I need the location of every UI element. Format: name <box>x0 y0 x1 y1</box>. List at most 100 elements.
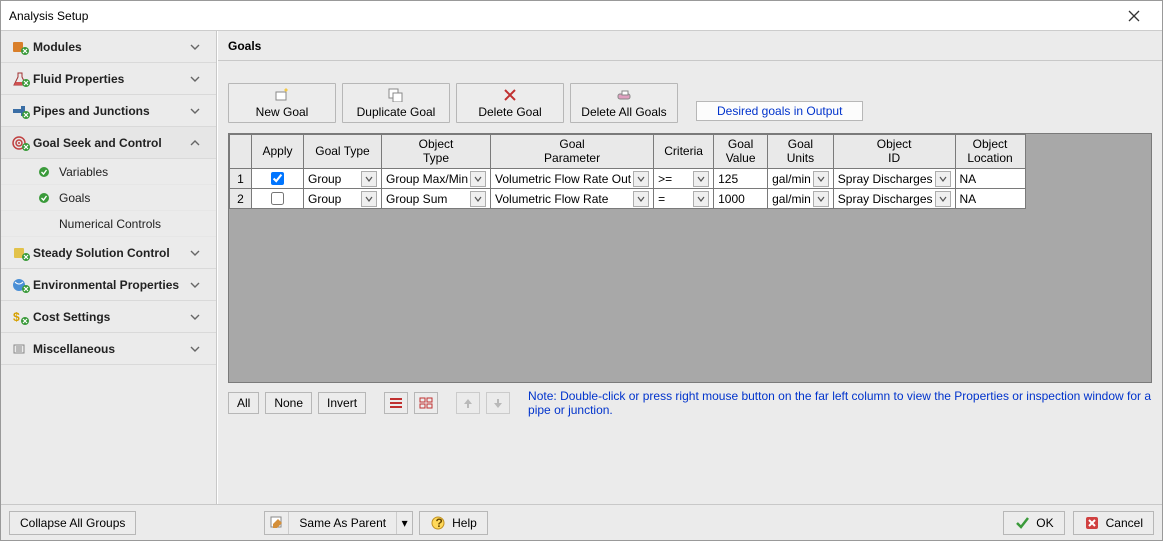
goal-value-cell[interactable]: 125 <box>714 169 768 189</box>
object-location-cell[interactable]: NA <box>955 169 1025 189</box>
flask-icon <box>9 71 33 87</box>
goals-grid[interactable]: Apply Goal Type Object Type Goal Paramet… <box>228 133 1152 383</box>
dropdown-button[interactable] <box>693 191 709 207</box>
dropdown-button[interactable] <box>470 171 486 187</box>
view-list1-button[interactable] <box>384 392 408 414</box>
duplicate-goal-button[interactable]: Duplicate Goal <box>342 83 450 123</box>
apply-cell[interactable] <box>252 189 304 209</box>
goals-toolbar: New Goal Duplicate Goal Delete Goal Dele… <box>228 83 1152 123</box>
chevron-down-icon: ▾ <box>396 512 412 534</box>
apply-cell[interactable] <box>252 169 304 189</box>
button-label: New Goal <box>256 105 309 119</box>
nav-sub-label: Numerical Controls <box>59 217 161 231</box>
cancel-icon <box>1084 515 1100 531</box>
chevron-down-icon <box>190 312 208 322</box>
col-header-goal-units[interactable]: Goal Units <box>768 135 834 169</box>
list-icon <box>389 397 403 409</box>
goal-type-cell[interactable]: Group <box>304 189 382 209</box>
svg-text:?: ? <box>436 516 443 530</box>
col-header-criteria[interactable]: Criteria <box>654 135 714 169</box>
main-panel: Goals New Goal Duplicate Goal Delete Goa… <box>217 31 1162 504</box>
nav-sub-variables[interactable]: Variables <box>1 159 216 185</box>
dropdown-button[interactable] <box>633 171 649 187</box>
goal-value-cell[interactable]: 1000 <box>714 189 768 209</box>
dropdown-button[interactable] <box>361 191 377 207</box>
object-type-cell[interactable]: Group Sum <box>382 189 491 209</box>
row-number[interactable]: 2 <box>230 189 252 209</box>
object-type-cell[interactable]: Group Max/Min <box>382 169 491 189</box>
ok-button[interactable]: OK <box>1003 511 1064 535</box>
row-number[interactable]: 1 <box>230 169 252 189</box>
col-header-apply[interactable]: Apply <box>252 135 304 169</box>
chevron-down-icon <box>190 106 208 116</box>
select-invert-button[interactable]: Invert <box>318 392 366 414</box>
col-header-object-id[interactable]: Object ID <box>833 135 955 169</box>
help-button[interactable]: ? Help <box>419 511 488 535</box>
parameter-cell[interactable]: Volumetric Flow Rate <box>491 189 654 209</box>
object-location-cell[interactable]: NA <box>955 189 1025 209</box>
nav-pipes-junctions[interactable]: Pipes and Junctions <box>1 95 216 127</box>
col-header-rownum[interactable] <box>230 135 252 169</box>
col-header-goal-type[interactable]: Goal Type <box>304 135 382 169</box>
nav-miscellaneous[interactable]: Miscellaneous <box>1 333 216 365</box>
dropdown-button[interactable] <box>813 191 829 207</box>
move-down-button[interactable] <box>486 392 510 414</box>
object-id-cell[interactable]: Spray Discharges <box>833 189 955 209</box>
page-title: Goals <box>218 31 1162 61</box>
button-label: Delete Goal <box>478 105 541 119</box>
nav-label: Cost Settings <box>33 310 190 324</box>
nav-sub-label: Goals <box>59 191 90 205</box>
new-goal-button[interactable]: New Goal <box>228 83 336 123</box>
desired-goals-output-link[interactable]: Desired goals in Output <box>696 101 863 121</box>
col-header-goal-value[interactable]: Goal Value <box>714 135 768 169</box>
eraser-icon <box>616 87 632 103</box>
select-all-button[interactable]: All <box>228 392 259 414</box>
delete-goal-button[interactable]: Delete Goal <box>456 83 564 123</box>
collapse-all-groups-button[interactable]: Collapse All Groups <box>9 511 136 535</box>
nav-environmental[interactable]: Environmental Properties <box>1 269 216 301</box>
close-button[interactable] <box>1114 2 1154 30</box>
same-as-parent-dropdown[interactable]: Same As Parent ▾ <box>264 511 413 535</box>
dropdown-button[interactable] <box>693 171 709 187</box>
arrow-up-icon <box>462 397 474 409</box>
delete-all-goals-button[interactable]: Delete All Goals <box>570 83 678 123</box>
duplicate-icon <box>388 87 404 103</box>
goal-type-cell[interactable]: Group <box>304 169 382 189</box>
nav-sub-goals[interactable]: Goals <box>1 185 216 211</box>
nav-label: Miscellaneous <box>33 342 190 356</box>
apply-checkbox[interactable] <box>271 192 284 205</box>
dropdown-button[interactable] <box>935 171 951 187</box>
nav-sub-numerical-controls[interactable]: Numerical Controls <box>1 211 216 237</box>
nav-goal-seek-control[interactable]: Goal Seek and Control <box>1 127 216 159</box>
dropdown-button[interactable] <box>361 171 377 187</box>
nav-label: Goal Seek and Control <box>33 136 190 150</box>
dropdown-button[interactable] <box>813 171 829 187</box>
col-header-object-type[interactable]: Object Type <box>382 135 491 169</box>
dropdown-button[interactable] <box>470 191 486 207</box>
nav-cost-settings[interactable]: $ Cost Settings <box>1 301 216 333</box>
parameter-cell[interactable]: Volumetric Flow Rate Out <box>491 169 654 189</box>
nav-steady-solution[interactable]: Steady Solution Control <box>1 237 216 269</box>
view-list2-button[interactable] <box>414 392 438 414</box>
dropdown-button[interactable] <box>633 191 649 207</box>
table-row[interactable]: 2 GroupGroup SumVolumetric Flow Rate=1000… <box>230 189 1026 209</box>
units-cell[interactable]: gal/min <box>768 169 834 189</box>
criteria-cell[interactable]: >= <box>654 169 714 189</box>
cancel-button[interactable]: Cancel <box>1073 511 1154 535</box>
object-id-cell[interactable]: Spray Discharges <box>833 169 955 189</box>
select-none-button[interactable]: None <box>265 392 312 414</box>
apply-checkbox[interactable] <box>271 172 284 185</box>
nav-label: Environmental Properties <box>33 278 190 292</box>
move-up-button[interactable] <box>456 392 480 414</box>
dropdown-button[interactable] <box>935 191 951 207</box>
criteria-cell[interactable]: = <box>654 189 714 209</box>
svg-text:$: $ <box>13 310 20 324</box>
pipe-icon <box>9 103 33 119</box>
delete-icon <box>503 87 517 103</box>
units-cell[interactable]: gal/min <box>768 189 834 209</box>
col-header-object-location[interactable]: Object Location <box>955 135 1025 169</box>
nav-modules[interactable]: Modules <box>1 31 216 63</box>
col-header-goal-parameter[interactable]: Goal Parameter <box>491 135 654 169</box>
nav-fluid-properties[interactable]: Fluid Properties <box>1 63 216 95</box>
table-row[interactable]: 1 GroupGroup Max/MinVolumetric Flow Rate … <box>230 169 1026 189</box>
